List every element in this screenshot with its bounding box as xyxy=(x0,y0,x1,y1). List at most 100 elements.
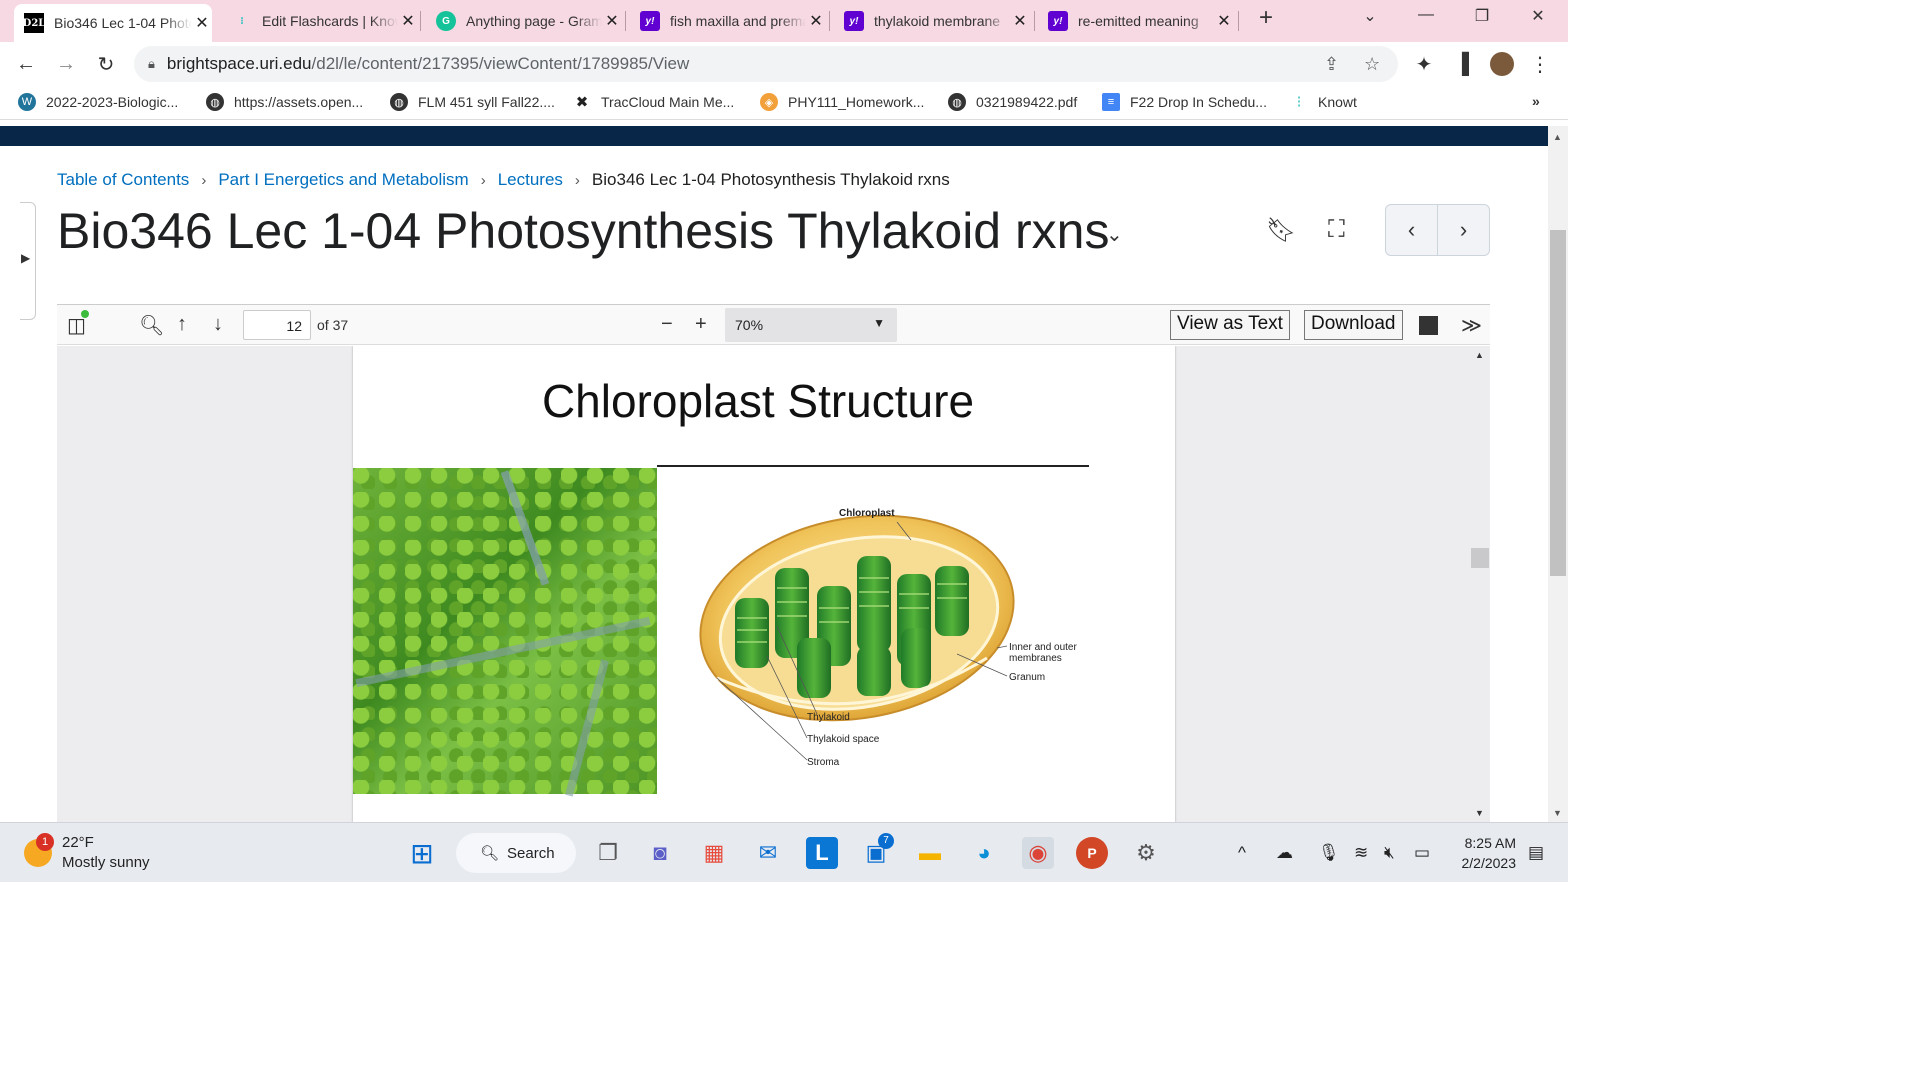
microphone-icon[interactable]: 🎙︎ xyxy=(1318,843,1340,863)
minimize-icon[interactable]: — xyxy=(1406,6,1446,24)
bookmark-item[interactable]: ≡ F22 Drop In Schedu... xyxy=(1102,93,1267,111)
next-page-icon[interactable]: ↓ xyxy=(213,313,223,336)
wifi-icon[interactable]: ≋ xyxy=(1354,843,1368,863)
forward-icon[interactable]: → xyxy=(52,50,80,78)
side-panel-icon[interactable]: ▐ xyxy=(1448,50,1476,78)
more-bookmarks-icon[interactable]: » xyxy=(1532,93,1540,109)
extensions-icon[interactable]: ✦ xyxy=(1410,50,1438,78)
notifications-icon[interactable]: ▤ xyxy=(1528,843,1544,863)
previous-topic-icon[interactable]: ‹ xyxy=(1386,205,1437,255)
task-view-icon[interactable]: ❐ xyxy=(592,837,624,869)
tab-fish-maxilla[interactable]: y! fish maxilla and premaxilla ✕ xyxy=(630,6,826,36)
bookmark-item[interactable]: ◍ https://assets.open... xyxy=(206,93,363,111)
previous-page-icon[interactable]: ↑ xyxy=(177,313,187,336)
battery-icon[interactable]: ▭ xyxy=(1414,843,1430,863)
toc-panel-toggle[interactable]: ▶ xyxy=(20,202,36,320)
microsoft-store-icon[interactable]: ▦ xyxy=(698,837,730,869)
settings-gear-icon[interactable]: ⚙ xyxy=(1130,837,1162,869)
tools-menu-icon[interactable]: ≫ xyxy=(1461,313,1482,338)
back-icon[interactable]: ← xyxy=(12,50,40,78)
reload-icon[interactable]: ↻ xyxy=(92,50,120,78)
messages-icon[interactable]: ▣ 7 xyxy=(860,833,894,869)
weather-widget[interactable]: 1 22°F Mostly sunny xyxy=(24,833,150,873)
bookmark-item[interactable]: ✖ TracCloud Main Me... xyxy=(573,93,735,111)
view-as-text-button[interactable]: View as Text xyxy=(1170,310,1290,340)
close-tab-icon[interactable]: ✕ xyxy=(1214,11,1234,31)
scrollbar-thumb[interactable] xyxy=(1550,230,1566,576)
pdf-scroll-up-icon[interactable]: ▲ xyxy=(1475,350,1484,360)
yahoo-favicon-icon: y! xyxy=(640,11,660,31)
start-windows-icon[interactable]: ⊞ xyxy=(406,837,438,869)
scroll-up-icon[interactable]: ▲ xyxy=(1553,132,1562,142)
bookmark-label: PHY111_Homework... xyxy=(788,94,925,110)
presentation-mode-icon[interactable] xyxy=(1419,316,1438,335)
download-button[interactable]: Download xyxy=(1304,310,1403,340)
chrome-icon[interactable]: ◉ xyxy=(1022,837,1054,869)
share-icon[interactable]: ⇪ xyxy=(1324,54,1339,75)
tab-thylakoid[interactable]: y! thylakoid membrane ✕ xyxy=(834,6,1030,36)
bookmark-item[interactable]: W 2022-2023-Biologic... xyxy=(18,93,178,111)
volume-muted-icon[interactable]: 🔇︎ xyxy=(1384,843,1395,863)
tab-search-chevron-icon[interactable]: ⌄ xyxy=(1350,6,1390,26)
bookmark-icon[interactable]: 🔖︎ xyxy=(1266,216,1296,245)
zoom-select[interactable]: 70% ▼ xyxy=(725,308,897,342)
tab-grammarly[interactable]: G Anything page - Grammarly ✕ xyxy=(426,6,622,36)
clock-date: 2/2/2023 xyxy=(1461,855,1517,871)
label-membranes: Inner and outer membranes xyxy=(1009,642,1077,664)
profile-avatar[interactable] xyxy=(1488,50,1516,78)
fullscreen-icon[interactable]: ⛶ xyxy=(1328,216,1345,244)
url-host: brightspace.uri.edu xyxy=(166,54,312,73)
tab-re-emitted[interactable]: y! re-emitted meaning ✕ xyxy=(1038,6,1234,36)
page-number-input[interactable]: 12 xyxy=(243,310,311,340)
bookmark-item[interactable]: ◍ FLM 451 syll Fall22.... xyxy=(390,93,555,111)
menu-kebab-icon[interactable]: ⋮ xyxy=(1526,50,1554,78)
zoom-in-icon[interactable]: + xyxy=(695,313,707,336)
pdf-scroll-down-icon[interactable]: ▼ xyxy=(1475,808,1484,818)
show-hidden-icons-icon[interactable]: ^ xyxy=(1238,843,1246,863)
breadcrumb-table-of-contents[interactable]: Table of Contents xyxy=(57,170,189,190)
tab-bio346[interactable]: D2L Bio346 Lec 1-04 Photosynthesis ✕ xyxy=(14,4,212,42)
close-tab-icon[interactable]: ✕ xyxy=(1010,11,1030,31)
chloroplast-micrograph-image xyxy=(353,468,657,797)
pdf-scroll-thumb[interactable] xyxy=(1471,548,1489,568)
edge-icon[interactable]: ◕ xyxy=(968,837,1000,869)
new-tab-icon[interactable]: + xyxy=(1246,4,1286,32)
bookmark-item[interactable]: ◍ 0321989422.pdf xyxy=(948,93,1077,111)
breadcrumb-part-i[interactable]: Part I Energetics and Metabolism xyxy=(218,170,468,190)
docs-icon: ≡ xyxy=(1102,93,1120,111)
address-bar[interactable]: 🔒︎ brightspace.uri.edu/d2l/le/content/21… xyxy=(134,46,1398,82)
close-tab-icon[interactable]: ✕ xyxy=(398,11,418,31)
close-tab-icon[interactable]: ✕ xyxy=(602,11,622,31)
sidebar-toggle-icon[interactable]: ◫ xyxy=(67,310,89,338)
onedrive-cloud-icon[interactable]: ☁ xyxy=(1276,843,1293,863)
restore-icon[interactable]: ❐ xyxy=(1462,6,1502,26)
teams-chat-icon[interactable]: ◙ xyxy=(644,837,676,869)
zoom-out-icon[interactable]: − xyxy=(661,313,673,336)
l-app-icon[interactable]: L xyxy=(806,837,838,869)
taskbar-search[interactable]: 🔍︎ Search xyxy=(456,833,576,873)
label-thylakoid-space: Thylakoid space xyxy=(807,734,880,745)
breadcrumb-lectures[interactable]: Lectures xyxy=(498,170,563,190)
bookmark-item[interactable]: ⁝ Knowt xyxy=(1290,93,1356,111)
tab-knowt[interactable]: ⁝ Edit Flashcards | Knowt ✕ xyxy=(222,6,418,36)
bookmark-star-icon[interactable]: ☆ xyxy=(1364,54,1380,75)
page-scrollbar[interactable]: ▲ ▼ xyxy=(1548,126,1568,822)
sun-icon: 1 xyxy=(24,833,54,867)
mail-icon[interactable]: ✉ xyxy=(752,837,784,869)
url-path: /d2l/le/content/217395/viewContent/17899… xyxy=(311,54,690,73)
bookmark-item[interactable]: ◈ PHY111_Homework... xyxy=(760,93,924,111)
close-window-icon[interactable]: ✕ xyxy=(1518,6,1558,26)
powerpoint-icon[interactable]: P xyxy=(1076,837,1108,869)
close-tab-icon[interactable]: ✕ xyxy=(806,11,826,31)
find-search-icon[interactable]: 🔍︎ xyxy=(139,313,164,338)
pdf-toolbar: ◫ 🔍︎ ↑ ↓ 12 of 37 − + 70% ▼ View as Text … xyxy=(57,305,1490,345)
messages-badge: 7 xyxy=(878,833,894,849)
pdf-canvas-area[interactable]: ▲ ▼ Chloroplast Structure Chloroplast In… xyxy=(57,346,1490,822)
search-label: Search xyxy=(507,844,555,862)
title-options-chevron-icon[interactable]: ⌄ xyxy=(1106,222,1123,247)
file-explorer-icon[interactable]: ▬ xyxy=(914,837,946,869)
scroll-down-icon[interactable]: ▼ xyxy=(1553,808,1562,818)
next-topic-icon[interactable]: › xyxy=(1437,205,1489,255)
close-tab-icon[interactable]: ✕ xyxy=(192,13,212,33)
system-clock[interactable]: 8:25 AM 2/2/2023 xyxy=(1448,833,1517,873)
